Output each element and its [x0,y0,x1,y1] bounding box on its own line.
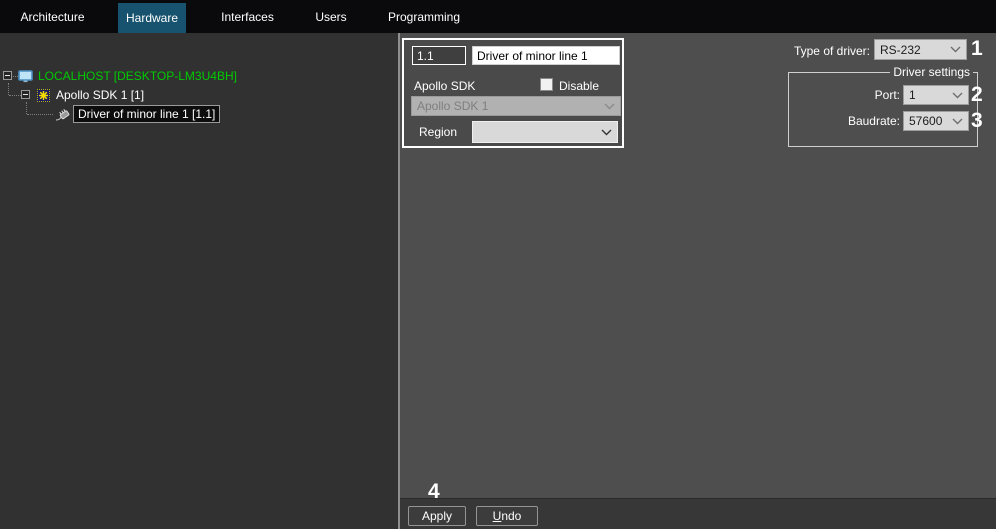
tab-hardware[interactable]: Hardware [118,3,186,33]
tab-architecture[interactable]: Architecture [10,0,95,33]
driver-name-field[interactable] [472,46,620,65]
disable-label: Disable [559,79,600,93]
baudrate-label: Baudrate: [847,114,900,128]
annotation-3: 3 [971,109,983,132]
bottom-action-bar: Apply Undo [400,498,996,529]
annotation-2: 2 [971,83,983,106]
tree-item-label: Apollo SDK 1 [1] [56,88,145,102]
tree-item-apollo-sdk[interactable]: Apollo SDK 1 [1] [37,88,144,102]
chevron-down-icon [601,129,612,136]
driver-settings-label: Driver settings [890,65,973,79]
region-label: Region [419,125,458,139]
computer-icon [18,69,33,83]
chevron-down-icon [604,103,615,110]
type-of-driver-label: Type of driver: [793,44,870,58]
chevron-down-icon [952,118,963,125]
tree-connector [26,102,27,114]
tree-connector [9,95,21,96]
tree-connector [27,114,53,115]
tree-item-localhost[interactable]: LOCALHOST [DESKTOP-LM3U4BH] [18,69,237,83]
apollo-sdk-select[interactable]: Apollo SDK 1 [411,96,621,116]
tab-programming[interactable]: Programming [378,0,470,33]
baudrate-select[interactable]: 57600 [903,111,969,131]
baudrate-select-value: 57600 [909,114,943,128]
driver-settings-group: Driver settings [788,65,978,147]
apply-button[interactable]: Apply [408,506,466,526]
region-select[interactable] [472,121,618,143]
type-of-driver-value: RS-232 [880,42,921,57]
collapse-icon[interactable] [3,71,12,80]
driver-plug-icon [54,107,71,122]
panel-divider [398,33,400,529]
port-select[interactable]: 1 [903,85,969,105]
driver-properties-panel: Apollo SDK Disable Apollo SDK 1 Region [402,38,624,148]
hardware-tree-panel: LOCALHOST [DESKTOP-LM3U4BH] Apollo SDK 1… [0,33,398,529]
port-label: Port: [874,88,900,102]
apollo-sdk-select-value: Apollo SDK 1 [417,99,489,113]
tree-item-driver[interactable]: Driver of minor line 1 [1.1] [54,105,221,123]
tab-users[interactable]: Users [296,0,366,33]
tree-connector [8,83,9,95]
apollo-asterisk-icon [37,88,50,102]
undo-button-label: ndo [501,509,522,523]
tree-item-label-selected: Driver of minor line 1 [1.1] [73,105,221,123]
undo-button[interactable]: Undo [476,506,538,526]
tab-interfaces[interactable]: Interfaces [205,0,290,33]
port-select-value: 1 [909,88,916,102]
tree-item-label: LOCALHOST [DESKTOP-LM3U4BH] [38,69,237,83]
undo-button-accelerator: U [492,509,502,523]
annotation-1: 1 [971,37,983,60]
chevron-down-icon [952,92,963,99]
apollo-sdk-label: Apollo SDK [414,79,476,93]
type-of-driver-select[interactable]: RS-232 [874,39,967,60]
collapse-icon[interactable] [21,90,30,99]
chevron-down-icon [950,46,961,53]
disable-checkbox[interactable] [540,78,553,91]
line-id-field[interactable] [412,46,466,65]
top-tab-bar: Architecture Hardware Interfaces Users P… [0,0,996,33]
